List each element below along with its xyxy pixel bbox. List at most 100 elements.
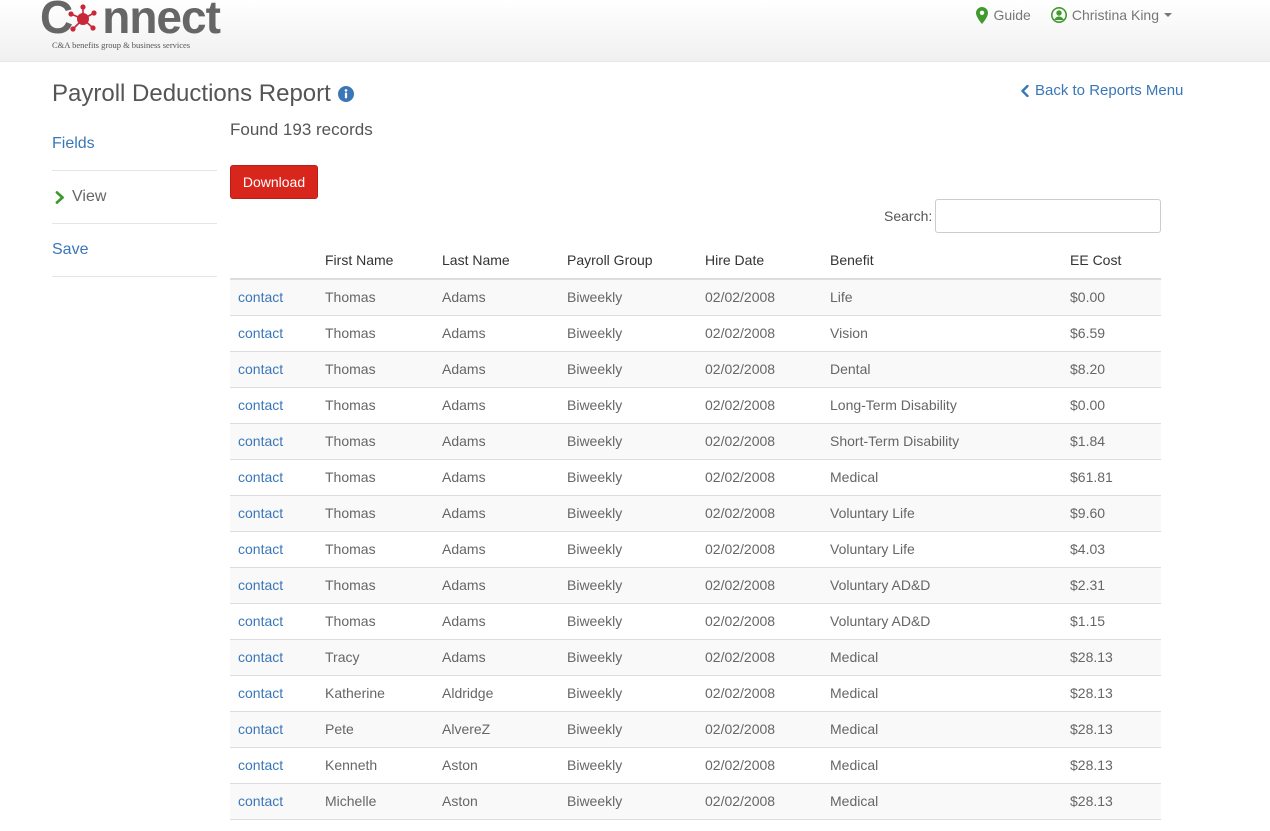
benefit-cell: Medical (822, 639, 1062, 676)
contact-link[interactable]: contact (230, 567, 317, 604)
contact-link[interactable]: contact (230, 459, 317, 496)
hire-date-cell: 02/02/2008 (697, 675, 822, 712)
table-row: contact Thomas Adams Biweekly 02/02/2008 Medi… (230, 459, 1161, 496)
contact-link[interactable]: contact (230, 387, 317, 424)
table-header-row: First Name Last Name Payroll Group Hire … (230, 242, 1161, 280)
first-name-cell: Thomas (317, 315, 434, 352)
contact-link[interactable]: contact (230, 747, 317, 784)
last-name-cell: Aston (434, 783, 559, 820)
column-header-payroll-group[interactable]: Payroll Group (559, 242, 697, 280)
first-name-cell: Michelle (317, 783, 434, 820)
contact-link[interactable]: contact (230, 315, 317, 352)
ee-cost-cell: $8.20 (1062, 351, 1161, 388)
contact-link[interactable]: contact (230, 603, 317, 640)
contact-link[interactable]: contact (230, 675, 317, 712)
caret-down-icon (1164, 13, 1172, 17)
hire-date-cell: 02/02/2008 (697, 459, 822, 496)
hire-date-cell: 02/02/2008 (697, 567, 822, 604)
benefit-cell: Dental (822, 351, 1062, 388)
sidebar-item-label: View (72, 188, 107, 205)
contact-link[interactable]: contact (230, 531, 317, 568)
sidebar-item-label: Save (52, 241, 89, 258)
column-header-contact[interactable] (230, 242, 317, 280)
user-name: Christina King (1071, 7, 1159, 23)
payroll-group-cell: Biweekly (559, 315, 697, 352)
payroll-group-cell: Biweekly (559, 675, 697, 712)
benefit-cell: Medical (822, 711, 1062, 748)
ee-cost-cell: $0.00 (1062, 387, 1161, 424)
last-name-cell: Adams (434, 459, 559, 496)
guide-link[interactable]: Guide (976, 6, 1031, 24)
table-row: contact Thomas Adams Biweekly 02/02/2008 Life… (230, 279, 1161, 316)
table-row: contact Thomas Adams Biweekly 02/02/2008 Volu… (230, 495, 1161, 532)
table-row: contact Thomas Adams Biweekly 02/02/2008 Long… (230, 387, 1161, 424)
first-name-cell: Katherine (317, 675, 434, 712)
benefit-cell: Voluntary Life (822, 495, 1062, 532)
logo-wordmark: Cnnect (40, 0, 221, 43)
first-name-cell: Thomas (317, 603, 434, 640)
sidebar-item-label: Fields (52, 135, 95, 152)
contact-link[interactable]: contact (230, 351, 317, 388)
search-input[interactable] (935, 199, 1162, 233)
sidebar-item-fields[interactable]: Fields (52, 118, 217, 171)
map-marker-icon (976, 6, 989, 24)
payroll-group-cell: Biweekly (559, 495, 697, 532)
info-circle-icon[interactable] (337, 86, 354, 102)
table-row: contact Thomas Adams Biweekly 02/02/2008 Volu… (230, 603, 1161, 640)
payroll-group-cell: Biweekly (559, 639, 697, 676)
hire-date-cell: 02/02/2008 (697, 783, 822, 820)
connect-logo[interactable]: Cnnect C&A benefits group & business ser… (40, 0, 245, 54)
ee-cost-cell: $28.13 (1062, 747, 1161, 784)
table-body: contact Thomas Adams Biweekly 02/02/2008 Life… (230, 279, 1161, 820)
column-header-last-name[interactable]: Last Name (434, 242, 559, 280)
column-header-benefit[interactable]: Benefit (822, 242, 1062, 280)
contact-link[interactable]: contact (230, 495, 317, 532)
contact-link[interactable]: contact (230, 783, 317, 820)
benefit-cell: Medical (822, 747, 1062, 784)
first-name-cell: Thomas (317, 531, 434, 568)
last-name-cell: Adams (434, 279, 559, 316)
benefit-cell: Long-Term Disability (822, 387, 1062, 424)
user-menu[interactable]: Christina King (1050, 7, 1172, 23)
payroll-group-cell: Biweekly (559, 279, 697, 316)
ee-cost-cell: $61.81 (1062, 459, 1161, 496)
last-name-cell: Adams (434, 639, 559, 676)
column-header-hire-date[interactable]: Hire Date (697, 242, 822, 280)
table-row: contact Thomas Adams Biweekly 02/02/2008 Dent… (230, 351, 1161, 388)
table-row: contact Thomas Adams Biweekly 02/02/2008 Volu… (230, 531, 1161, 568)
hire-date-cell: 02/02/2008 (697, 423, 822, 460)
sidebar-item-view[interactable]: View (52, 171, 217, 224)
last-name-cell: Adams (434, 603, 559, 640)
ee-cost-cell: $28.13 (1062, 783, 1161, 820)
payroll-group-cell: Biweekly (559, 747, 697, 784)
first-name-cell: Thomas (317, 459, 434, 496)
ee-cost-cell: $9.60 (1062, 495, 1161, 532)
guide-label: Guide (993, 7, 1031, 23)
ee-cost-cell: $1.15 (1062, 603, 1161, 640)
payroll-group-cell: Biweekly (559, 711, 697, 748)
table-row: contact Katherine Aldridge Biweekly 02/02/20… (230, 675, 1161, 712)
payroll-group-cell: Biweekly (559, 387, 697, 424)
contact-link[interactable]: contact (230, 279, 317, 316)
ee-cost-cell: $28.13 (1062, 711, 1161, 748)
table-search: Search: (884, 199, 1162, 233)
benefit-cell: Voluntary AD&D (822, 603, 1062, 640)
first-name-cell: Thomas (317, 387, 434, 424)
last-name-cell: Adams (434, 387, 559, 424)
first-name-cell: Thomas (317, 279, 434, 316)
column-header-ee-cost[interactable]: EE Cost (1062, 242, 1161, 280)
sidebar-item-save[interactable]: Save (52, 224, 217, 277)
contact-link[interactable]: contact (230, 639, 317, 676)
payroll-group-cell: Biweekly (559, 423, 697, 460)
contact-link[interactable]: contact (230, 423, 317, 460)
download-button[interactable]: Download (230, 165, 318, 199)
benefit-cell: Voluntary AD&D (822, 567, 1062, 604)
first-name-cell: Tracy (317, 639, 434, 676)
hire-date-cell: 02/02/2008 (697, 495, 822, 532)
contact-link[interactable]: contact (230, 711, 317, 748)
column-header-first-name[interactable]: First Name (317, 242, 434, 280)
table-row: contact Tracy Adams Biweekly 02/02/2008 Medic… (230, 639, 1161, 676)
last-name-cell: Adams (434, 495, 559, 532)
payroll-group-cell: Biweekly (559, 351, 697, 388)
back-to-reports-link[interactable]: Back to Reports Menu (1020, 82, 1183, 99)
